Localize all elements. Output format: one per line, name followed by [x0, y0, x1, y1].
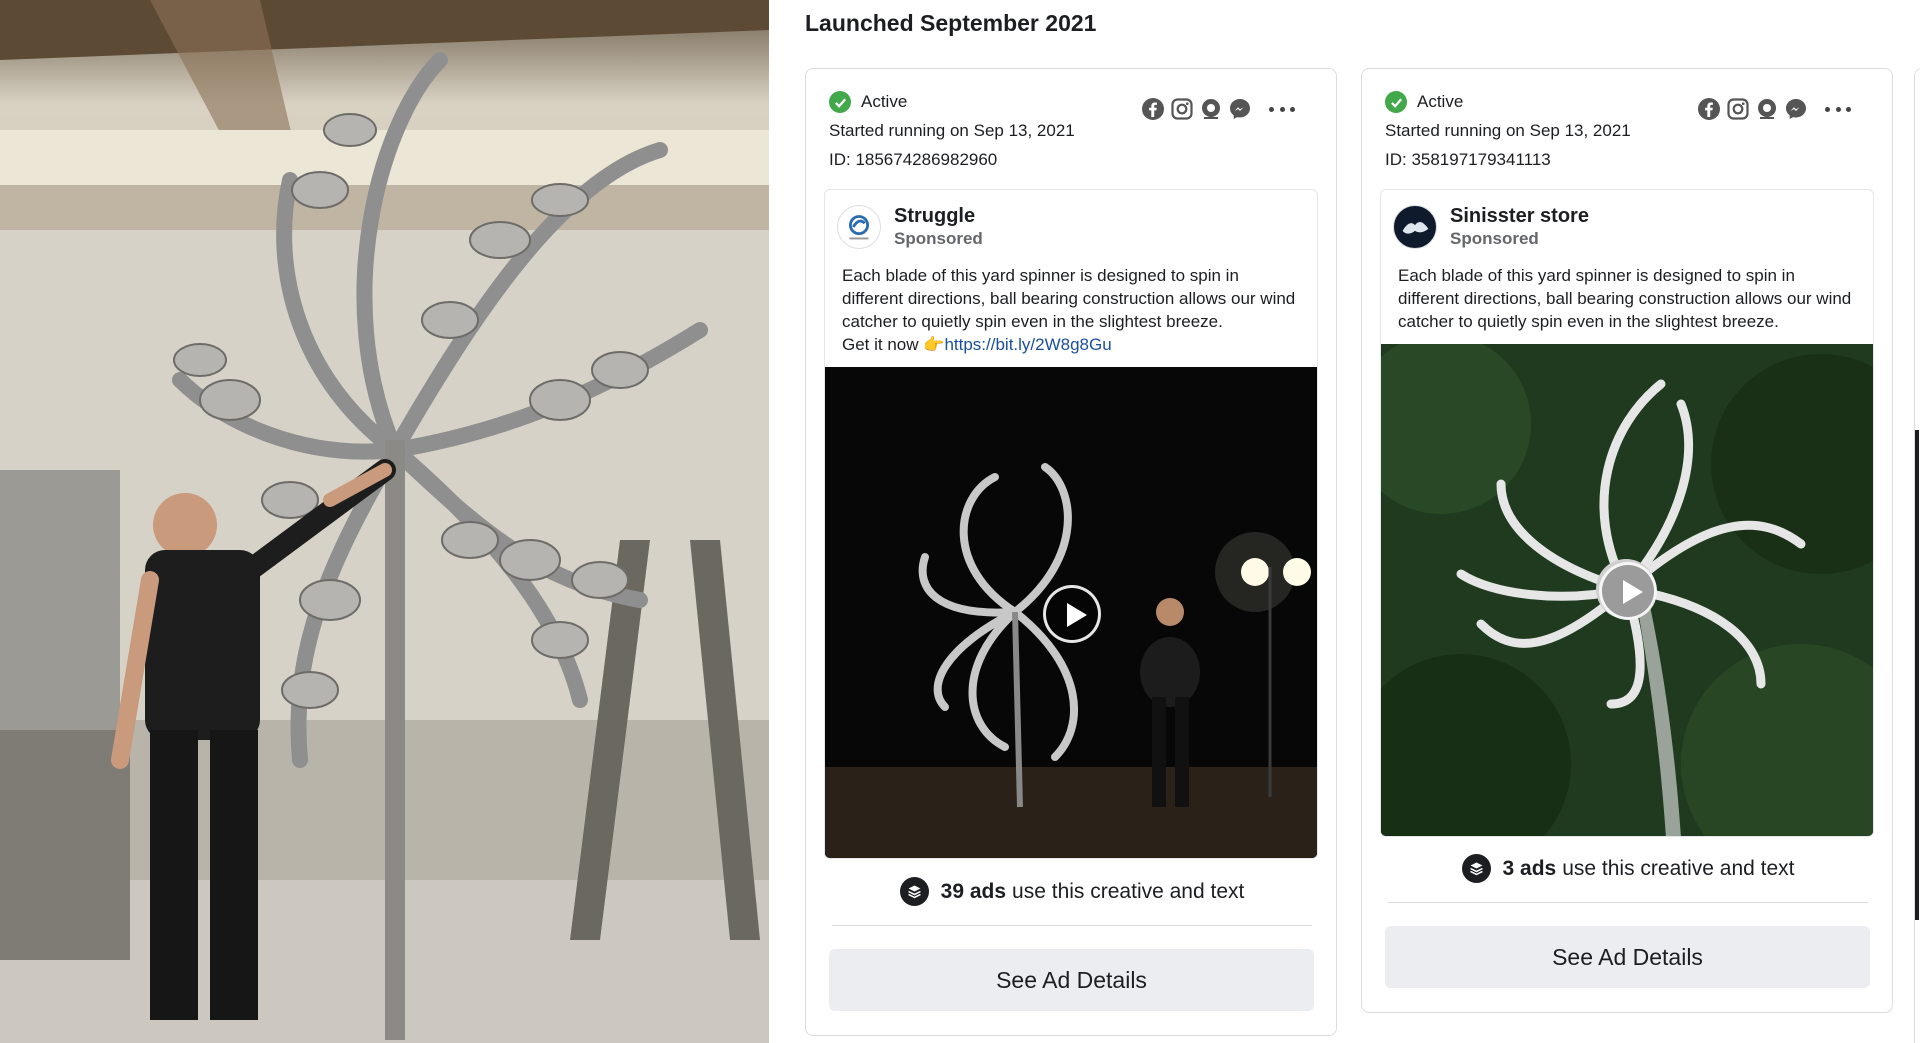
ad-library-panel: Launched September 2021 Active Started r… [769, 0, 1920, 1043]
ads-count: 3 ads [1502, 856, 1557, 880]
audience-network-icon [1755, 97, 1779, 121]
platform-icons [1141, 97, 1252, 121]
sponsored-label: Sponsored [1450, 229, 1539, 248]
ad-link[interactable]: https://bit.ly/2W8g8Gu [944, 335, 1111, 354]
divider [832, 925, 1312, 926]
stack-icon [899, 877, 929, 906]
play-icon[interactable] [1599, 562, 1657, 620]
ad-video[interactable] [825, 367, 1317, 858]
instagram-icon [1726, 97, 1750, 121]
page-name[interactable]: Struggle [894, 204, 983, 228]
page-row: Struggle Sponsored [837, 204, 983, 250]
ad-card: Active Started running on Sep 13, 2021 I… [805, 68, 1337, 1036]
ad-body-text: Each blade of this yard spinner is desig… [842, 264, 1302, 356]
ad-card: Active Started running on Sep 13, 2021 I… [1361, 68, 1893, 1013]
ads-count-row: 3 ads use this creative and text [1362, 854, 1894, 883]
instagram-icon [1170, 97, 1194, 121]
status-label: Active [861, 92, 908, 111]
status-row: Active [829, 91, 907, 113]
see-ad-details-button[interactable]: See Ad Details [829, 949, 1314, 1011]
ad-id: ID: 185674286982960 [829, 150, 998, 169]
ad-creative: Sinisster store Sponsored Each blade of … [1380, 189, 1874, 837]
check-circle-icon [1385, 91, 1407, 113]
ad-body-text: Each blade of this yard spinner is desig… [1398, 264, 1858, 333]
facebook-icon [1141, 97, 1165, 121]
platform-icons [1697, 97, 1808, 121]
page-avatar[interactable] [837, 205, 881, 249]
ad-id: ID: 358197179341113 [1385, 150, 1551, 169]
more-options-icon[interactable] [1825, 97, 1851, 121]
page-avatar[interactable] [1393, 205, 1437, 249]
ad-cta: Get it now 👉 [842, 335, 945, 354]
ad-creative: Struggle Sponsored Each blade of this ya… [824, 189, 1318, 859]
ads-count: 39 ads [940, 879, 1007, 903]
messenger-icon [1228, 97, 1252, 121]
page-name[interactable]: Sinisster store [1450, 204, 1589, 228]
stack-icon [1461, 854, 1491, 883]
ads-count-suffix: use this creative and text [1012, 879, 1245, 903]
status-label: Active [1417, 92, 1464, 111]
page-row: Sinisster store Sponsored [1393, 204, 1589, 250]
play-icon[interactable] [1043, 584, 1101, 643]
ad-body: Each blade of this yard spinner is desig… [842, 266, 1296, 331]
ad-video[interactable] [1381, 344, 1873, 836]
status-row: Active [1385, 91, 1463, 113]
more-options-icon[interactable] [1269, 97, 1295, 121]
check-circle-icon [829, 91, 851, 113]
started-running: Started running on Sep 13, 2021 [829, 121, 1075, 140]
ads-count-row: 39 ads use this creative and text [806, 877, 1338, 906]
see-ad-details-button[interactable]: See Ad Details [1385, 926, 1870, 988]
ads-count-suffix: use this creative and text [1562, 856, 1795, 880]
audience-network-icon [1199, 97, 1223, 121]
started-running: Started running on Sep 13, 2021 [1385, 121, 1631, 140]
divider [1388, 902, 1868, 903]
facebook-icon [1697, 97, 1721, 121]
messenger-icon [1784, 97, 1808, 121]
ad-body: Each blade of this yard spinner is desig… [1398, 266, 1852, 331]
sponsored-label: Sponsored [894, 229, 983, 248]
scrollbar[interactable] [1915, 430, 1919, 920]
section-heading: Launched September 2021 [805, 10, 1097, 36]
workshop-photo [0, 0, 769, 1043]
